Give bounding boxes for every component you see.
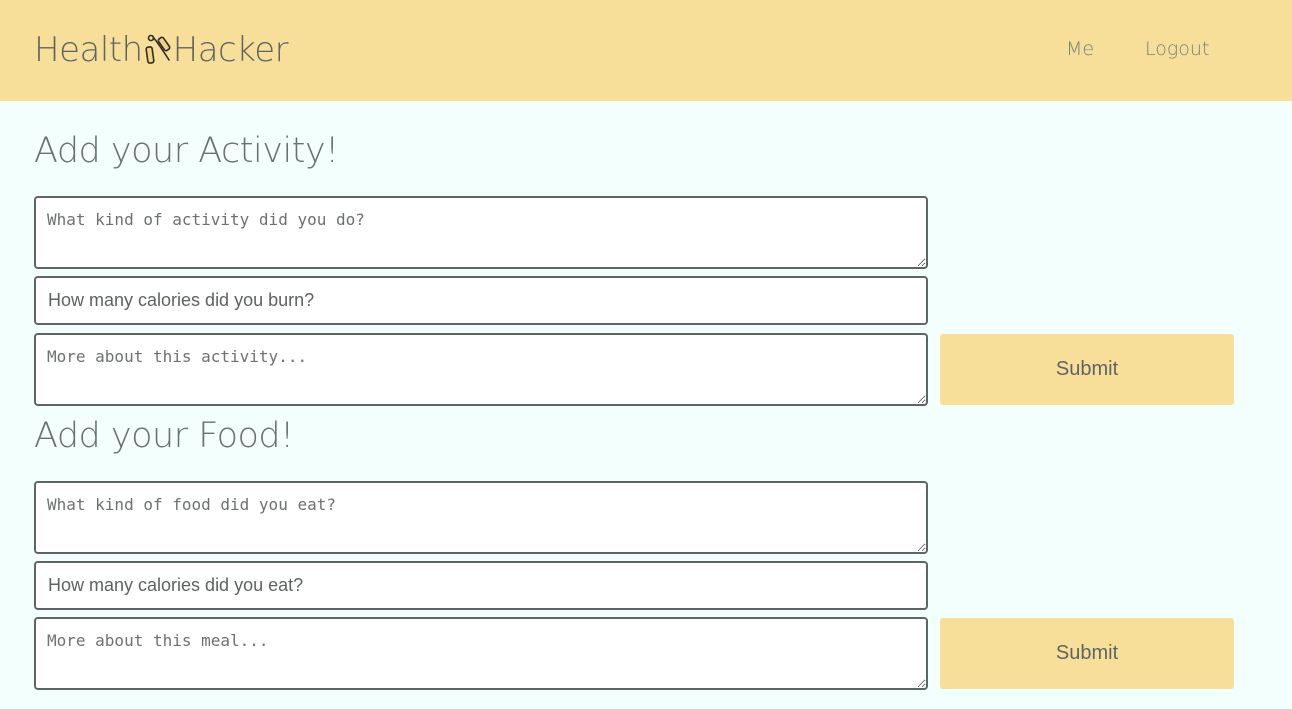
brand-text-hacker: Hacker (172, 30, 289, 70)
food-kind-input[interactable] (34, 481, 928, 554)
brand-logo[interactable]: Health Hacker (34, 28, 289, 72)
food-section-title: Add your Food! (34, 416, 294, 456)
food-calories-input[interactable] (34, 561, 928, 610)
activity-kind-input[interactable] (34, 196, 928, 269)
top-bar: Health Hacker Me Logout (0, 0, 1292, 101)
nav-me-link[interactable]: Me (1066, 38, 1094, 60)
nav-logout-link[interactable]: Logout (1145, 38, 1209, 60)
brand-text-health: Health (34, 30, 143, 70)
activity-calories-input[interactable] (34, 276, 928, 325)
activity-submit-button[interactable]: Submit (940, 334, 1234, 405)
food-details-input[interactable] (34, 617, 928, 690)
jump-rope-icon (144, 33, 172, 67)
activity-details-input[interactable] (34, 333, 928, 406)
food-submit-button[interactable]: Submit (940, 618, 1234, 689)
activity-section-title: Add your Activity! (34, 131, 339, 171)
